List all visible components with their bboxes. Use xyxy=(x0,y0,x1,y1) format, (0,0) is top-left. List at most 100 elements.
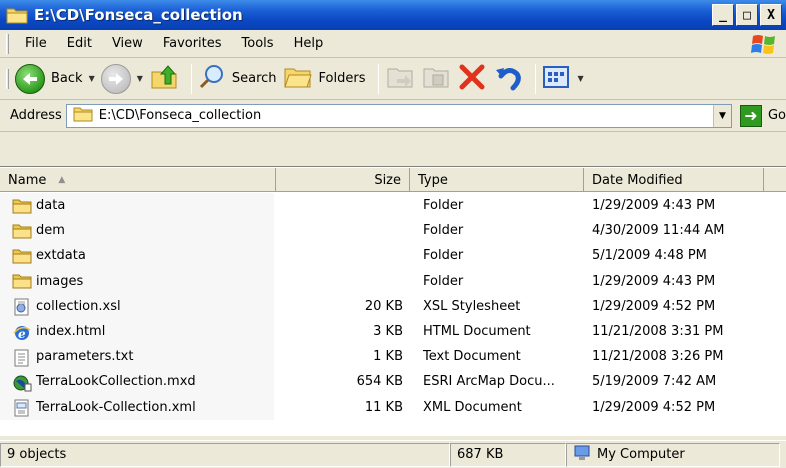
folder-icon xyxy=(12,273,32,289)
file-name: extdata xyxy=(36,248,86,264)
arcmap-file-icon xyxy=(12,374,32,392)
undo-button[interactable] xyxy=(493,62,523,96)
folder-icon xyxy=(6,6,28,24)
move-to-button[interactable] xyxy=(385,64,415,94)
menu-help[interactable]: Help xyxy=(284,36,334,51)
file-row[interactable]: data Folder 1/29/2009 4:43 PM xyxy=(0,193,786,218)
folder-icon xyxy=(12,223,32,239)
file-name: images xyxy=(36,273,84,289)
file-name-cell[interactable]: extdata xyxy=(0,248,276,264)
status-total-size: 687 KB xyxy=(450,442,566,467)
forward-dropdown-icon[interactable]: ▼ xyxy=(137,74,143,83)
file-name-cell[interactable]: images xyxy=(0,273,276,289)
toolbar-separator xyxy=(534,63,536,94)
column-header-size[interactable]: Size xyxy=(276,168,410,192)
views-button[interactable]: ▼ xyxy=(542,64,584,94)
copy-to-button[interactable] xyxy=(421,64,451,94)
folders-button[interactable]: Folders xyxy=(283,64,366,94)
folders-label: Folders xyxy=(318,71,366,86)
file-row[interactable]: extdata Folder 5/1/2009 4:48 PM xyxy=(0,243,786,268)
file-row[interactable]: TerraLook-Collection.xml 11 KB XML Documen… xyxy=(0,395,786,420)
my-computer-icon xyxy=(573,445,591,465)
folders-icon xyxy=(283,64,313,94)
back-arrow-icon xyxy=(15,63,45,94)
text-file-icon xyxy=(12,349,30,367)
file-name-cell[interactable]: dem xyxy=(0,223,276,239)
file-date-modified: 11/21/2008 3:26 PM xyxy=(592,349,724,365)
maximize-button[interactable]: □ xyxy=(736,4,758,26)
file-name-cell[interactable]: e index.html xyxy=(0,324,276,341)
up-folder-button[interactable] xyxy=(149,62,179,96)
file-name-cell[interactable]: data xyxy=(0,198,276,214)
undo-icon xyxy=(493,62,523,96)
column-header-date[interactable]: Date Modified xyxy=(584,168,764,192)
file-name-cell[interactable]: TerraLook-Collection.xml xyxy=(0,399,276,417)
file-date-modified: 1/29/2009 4:43 PM xyxy=(592,198,716,214)
menu-view[interactable]: View xyxy=(102,36,153,51)
file-name-cell[interactable]: parameters.txt xyxy=(0,349,276,367)
file-name-cell[interactable]: TerraLookCollection.mxd xyxy=(0,374,276,392)
address-label: Address xyxy=(10,108,62,123)
status-bar: 9 objects 687 KB My Computer xyxy=(0,440,786,468)
close-button[interactable]: X xyxy=(760,4,782,26)
toolbar-separator xyxy=(190,63,192,94)
file-type: XSL Stylesheet xyxy=(423,298,521,314)
file-row[interactable]: dem Folder 4/30/2009 11:44 AM xyxy=(0,218,786,243)
file-name: data xyxy=(36,198,66,214)
file-date-modified: 1/29/2009 4:43 PM xyxy=(592,273,716,289)
title-bar[interactable]: E:\CD\Fonseca_collection _ □ X xyxy=(0,0,786,30)
status-location-label: My Computer xyxy=(597,447,685,462)
sort-ascending-icon: ▲ xyxy=(58,175,66,185)
back-dropdown-icon[interactable]: ▼ xyxy=(89,74,95,83)
search-button[interactable]: Search xyxy=(198,63,277,95)
file-type: HTML Document xyxy=(423,324,531,340)
file-row[interactable]: TerraLookCollection.mxd 654 KB ESRI ArcMap… xyxy=(0,369,786,394)
forward-button[interactable]: ▼ xyxy=(100,63,143,94)
file-date-modified: 5/19/2009 7:42 AM xyxy=(592,374,717,390)
menu-file[interactable]: File xyxy=(15,36,57,51)
file-name: collection.xsl xyxy=(36,298,121,314)
file-row[interactable]: parameters.txt 1 KB Text Document 11/21/200… xyxy=(0,344,786,369)
file-type: Folder xyxy=(423,198,464,214)
menu-edit[interactable]: Edit xyxy=(57,36,102,51)
go-button[interactable]: ➜ Go xyxy=(739,104,786,127)
file-type: Folder xyxy=(423,223,464,239)
address-value: E:\CD\Fonseca_collection xyxy=(98,108,262,123)
file-name: index.html xyxy=(36,324,106,340)
address-input[interactable]: E:\CD\Fonseca_collection ▼ xyxy=(65,103,732,128)
menu-grip[interactable] xyxy=(6,33,9,54)
back-button[interactable]: Back ▼ xyxy=(15,63,95,94)
menu-favorites[interactable]: Favorites xyxy=(153,36,232,51)
address-dropdown-button[interactable]: ▼ xyxy=(712,104,731,127)
minimize-button[interactable]: _ xyxy=(712,4,734,26)
standard-toolbar: Back ▼ ▼ Search Folders ▼ xyxy=(0,58,786,100)
menu-tools[interactable]: Tools xyxy=(232,36,284,51)
delete-button[interactable] xyxy=(457,62,487,96)
xsl-file-icon xyxy=(12,298,30,316)
back-label: Back xyxy=(51,71,83,86)
file-name: dem xyxy=(36,223,65,239)
views-dropdown-icon[interactable]: ▼ xyxy=(578,74,584,83)
file-date-modified: 1/29/2009 4:52 PM xyxy=(592,298,716,314)
column-name-label: Name xyxy=(8,172,47,188)
file-row[interactable]: images Folder 1/29/2009 4:43 PM xyxy=(0,269,786,294)
views-icon xyxy=(542,64,572,94)
status-object-count: 9 objects xyxy=(0,442,450,467)
forward-arrow-icon xyxy=(100,63,131,94)
file-row[interactable]: collection.xsl 20 KB XSL Stylesheet 1/29/20… xyxy=(0,294,786,319)
file-name: TerraLook-Collection.xml xyxy=(36,399,196,415)
column-size-label: Size xyxy=(374,172,401,188)
file-date-modified: 5/1/2009 4:48 PM xyxy=(592,248,707,264)
column-header-type[interactable]: Type xyxy=(410,168,584,192)
file-rows: data Folder 1/29/2009 4:43 PM dem Folder 4/30… xyxy=(0,193,786,420)
file-date-modified: 4/30/2009 11:44 AM xyxy=(592,223,725,239)
file-row[interactable]: e index.html 3 KB HTML Document 11/21/2008 3… xyxy=(0,319,786,344)
toolbar-grip[interactable] xyxy=(6,68,9,89)
copy-to-icon xyxy=(421,64,451,94)
column-header-name[interactable]: Name ▲ xyxy=(0,168,276,192)
move-to-icon xyxy=(385,64,415,94)
column-type-label: Type xyxy=(418,172,448,188)
html-file-icon: e xyxy=(12,324,31,341)
status-location: My Computer xyxy=(566,442,780,467)
file-name-cell[interactable]: collection.xsl xyxy=(0,298,276,316)
